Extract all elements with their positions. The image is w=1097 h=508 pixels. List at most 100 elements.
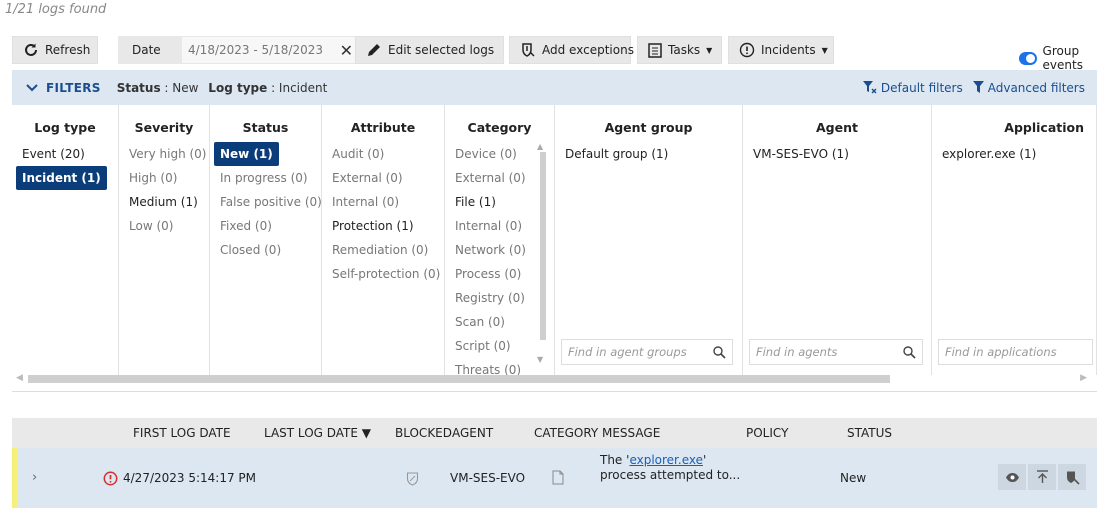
column-header-blocked[interactable]: BLOCKED — [395, 426, 452, 440]
column-header-message[interactable]: MESSAGE — [602, 426, 660, 440]
shield-blocked-icon — [406, 472, 419, 486]
column-header-agent[interactable]: AGENT — [452, 426, 493, 440]
filter-option[interactable]: explorer.exe (1) — [936, 142, 1090, 166]
filter-option[interactable]: Remediation (0) — [326, 238, 438, 262]
search-icon — [903, 346, 916, 359]
column-header-category[interactable]: CATEGORY — [534, 426, 598, 440]
error-alert-icon — [103, 471, 118, 486]
row-message: The 'explorer.exe' process attempted to.… — [600, 453, 740, 483]
date-range-input[interactable]: 4/18/2023 - 5/18/2023 ✕ — [182, 37, 359, 63]
scroll-left-icon[interactable]: ◀ — [16, 373, 23, 383]
filter-option[interactable]: Fixed (0) — [214, 214, 315, 238]
add-exceptions-button[interactable]: Add exceptions — [509, 36, 634, 64]
filter-option[interactable]: Process (0) — [449, 262, 538, 286]
filter-option[interactable]: Protection (1) — [326, 214, 438, 238]
column-title: Attribute — [350, 120, 416, 135]
column-header-status[interactable]: STATUS — [847, 426, 892, 440]
scrollbar-thumb[interactable] — [540, 152, 546, 340]
agent-search-input[interactable]: Find in agents — [749, 339, 923, 365]
search-placeholder: Find in agent groups — [568, 345, 687, 359]
filter-column-agent: Agent VM-SES-EVO (1) Find in agents — [743, 105, 932, 375]
column-title: Category — [467, 120, 532, 135]
search-placeholder: Find in applications — [945, 345, 1057, 359]
group-events-toggle[interactable]: Group events — [1019, 44, 1097, 72]
chevron-down-icon: ▼ — [821, 45, 828, 55]
filter-option[interactable]: Network (0) — [449, 238, 538, 262]
filter-option[interactable]: Script (0) — [449, 334, 538, 358]
filter-option[interactable]: File (1) — [449, 190, 538, 214]
scroll-up-icon[interactable]: ▲ — [537, 142, 543, 151]
filter-option[interactable]: Audit (0) — [326, 142, 438, 166]
row-agent: VM-SES-EVO — [450, 471, 526, 485]
chevron-down-icon: ▼ — [706, 45, 713, 55]
category-scrollbar[interactable]: ▲ ▼ — [537, 142, 547, 364]
group-events-label: Group events — [1042, 44, 1083, 72]
filter-option[interactable]: Closed (0) — [214, 238, 315, 262]
filter-option[interactable]: Default group (1) — [559, 142, 736, 166]
incidents-dropdown[interactable]: Incidents ▼ — [728, 36, 834, 64]
column-header-policy[interactable]: POLICY — [746, 426, 788, 440]
filter-option[interactable]: External (0) — [449, 166, 538, 190]
filter-panel-scrollbar[interactable]: ◀ ▶ — [12, 373, 1097, 385]
filter-option[interactable]: Event (20) — [16, 142, 112, 166]
tasks-label: Tasks — [668, 43, 701, 57]
status-value: New — [172, 80, 199, 95]
filter-option-selected[interactable]: New (1) — [214, 142, 279, 166]
move-top-button[interactable] — [1028, 464, 1056, 490]
filter-column-category: Category Device (0) External (0) File (1… — [445, 105, 555, 377]
row-status: New — [840, 471, 867, 485]
advanced-filters-label: Advanced filters — [987, 80, 1085, 95]
column-title: Severity — [134, 120, 194, 135]
edit-selected-logs-button[interactable]: Edit selected logs — [355, 36, 504, 64]
date-filter[interactable]: Date 4/18/2023 - 5/18/2023 ✕ — [118, 36, 360, 64]
status-key: Status — [116, 80, 161, 95]
filter-option[interactable]: Self-protection (0) — [326, 262, 440, 286]
clipboard-icon — [648, 43, 662, 58]
filter-option[interactable]: Internal (0) — [449, 214, 538, 238]
filter-option[interactable]: Internal (0) — [326, 190, 438, 214]
table-row[interactable]: › 4/27/2023 5:14:17 PM VM-SES-EVO The 'e… — [12, 448, 1097, 508]
filter-option[interactable]: False positive (0) — [214, 190, 322, 214]
arrow-up-to-top-icon — [1036, 470, 1048, 483]
filter-option[interactable]: Low (0) — [123, 214, 203, 238]
view-button[interactable] — [998, 464, 1026, 490]
scroll-right-icon[interactable]: ▶ — [1080, 373, 1087, 383]
chevron-down-icon[interactable] — [26, 81, 38, 95]
message-link[interactable]: explorer.exe — [629, 453, 703, 467]
refresh-icon — [25, 43, 37, 56]
scroll-down-icon[interactable]: ▼ — [537, 355, 543, 364]
filter-option[interactable]: Very high (0) — [123, 142, 206, 166]
logtype-key: Log type — [208, 80, 268, 95]
filter-option[interactable]: Scan (0) — [449, 310, 538, 334]
column-title: Status — [242, 120, 289, 135]
message-text: process attempted to... — [600, 468, 741, 482]
filters-toggle[interactable]: FILTERS — [46, 81, 101, 95]
clear-date-icon[interactable]: ✕ — [340, 41, 353, 60]
default-filters-button[interactable]: Default filters — [862, 80, 963, 95]
filter-option[interactable]: External (0) — [326, 166, 438, 190]
scrollbar-thumb[interactable] — [28, 375, 890, 383]
expand-chevron-icon[interactable]: › — [32, 470, 37, 485]
edit-label: Edit selected logs — [388, 43, 495, 57]
filter-column-severity: Severity Very high (0) High (0) Medium (… — [119, 105, 210, 375]
default-filters-label: Default filters — [880, 80, 963, 95]
filter-option[interactable]: Registry (0) — [449, 286, 538, 310]
refresh-button[interactable]: Refresh — [12, 36, 98, 64]
toggle-switch[interactable] — [1019, 51, 1037, 65]
advanced-filters-button[interactable]: Advanced filters — [972, 80, 1085, 95]
column-header-first-log-date[interactable]: FIRST LOG DATE — [133, 426, 231, 440]
application-search-input[interactable]: Find in applications — [938, 339, 1093, 365]
tasks-dropdown[interactable]: Tasks ▼ — [637, 36, 722, 64]
filter-option[interactable]: Medium (1) — [123, 190, 203, 214]
filter-option[interactable]: In progress (0) — [214, 166, 315, 190]
filter-option-selected[interactable]: Incident (1) — [16, 166, 107, 190]
date-range-value: 4/18/2023 - 5/18/2023 — [188, 43, 324, 57]
filter-column-log-type: Log type Event (20) Incident (1) — [12, 105, 119, 375]
column-header-last-log-date[interactable]: LAST LOG DATE ▼ — [264, 426, 371, 440]
add-exception-row-button[interactable] — [1058, 464, 1086, 490]
column-title: Application — [1004, 120, 1084, 135]
filter-option[interactable]: High (0) — [123, 166, 203, 190]
filter-option[interactable]: VM-SES-EVO (1) — [747, 142, 925, 166]
filter-option[interactable]: Device (0) — [449, 142, 538, 166]
agent-group-search-input[interactable]: Find in agent groups — [561, 339, 733, 365]
